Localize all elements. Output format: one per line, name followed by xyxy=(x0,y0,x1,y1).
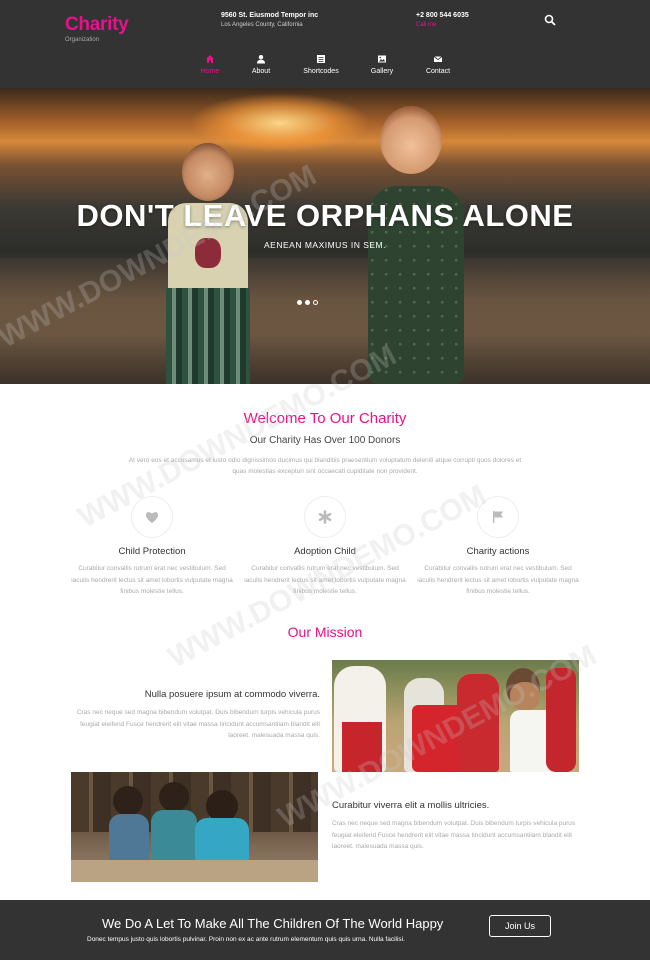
site-header: Charity Organization 9560 St. Eiusmod Te… xyxy=(0,0,650,88)
feature-adoption-child: Adoption Child Curabitur convallis rutru… xyxy=(242,496,408,598)
slider-dot-1[interactable] xyxy=(297,300,302,305)
heart-icon xyxy=(145,512,159,523)
address-line2: Los Angeles County, California xyxy=(221,22,303,28)
nav-item-shortcodes[interactable]: Shortcodes xyxy=(300,54,342,75)
nav-label-home: Home xyxy=(200,68,220,75)
mail-icon xyxy=(433,56,443,62)
mission-text: Cras nec neque sed magna bibendum volutp… xyxy=(332,820,576,850)
feature-icon-circle[interactable] xyxy=(477,496,519,538)
hero-slider: DON'T LEAVE ORPHANS ALONE AENEAN MAXIMUS… xyxy=(0,88,650,384)
feature-icon-circle[interactable] xyxy=(304,496,346,538)
nav-label-contact: Contact xyxy=(425,68,451,75)
logo-name[interactable]: Charity xyxy=(65,14,129,36)
feature-text: Curabitur convallis rutrum erat nec vest… xyxy=(71,565,233,595)
mission-heading: Nulla posuere ipsum at commodo viverra. xyxy=(144,689,320,700)
slider-dots xyxy=(297,300,318,305)
mission-block-2: Curabitur viverra elit a mollis ultricie… xyxy=(332,800,582,853)
main-nav: Home About Shortcodes Gallery Contact xyxy=(0,54,650,84)
mission-text: Cras nec neque sed magna bibendum volutp… xyxy=(76,709,320,739)
feature-title: Adoption Child xyxy=(294,546,356,557)
image-icon xyxy=(378,55,386,63)
phone-info: +2 800 544 6035 Call me xyxy=(416,12,469,28)
home-icon xyxy=(206,55,214,63)
call-me-link[interactable]: Call me xyxy=(416,22,469,28)
feature-text: Curabitur convallis rutrum erat nec vest… xyxy=(244,565,406,595)
asterisk-icon xyxy=(318,510,332,524)
hero-road xyxy=(0,258,650,384)
nav-item-home[interactable]: Home xyxy=(196,54,224,75)
mission-block-1: Nulla posuere ipsum at commodo viverra. … xyxy=(70,689,320,742)
feature-charity-actions: Charity actions Curabitur convallis rutr… xyxy=(415,496,581,598)
welcome-subtitle: Our Charity Has Over 100 Donors xyxy=(249,435,401,446)
feature-text: Curabitur convallis rutrum erat nec vest… xyxy=(417,565,579,595)
feature-title: Child Protection xyxy=(118,546,186,557)
footer-title: We Do A Let To Make All The Children Of … xyxy=(102,916,444,931)
nav-item-about[interactable]: About xyxy=(247,54,275,75)
footer-text: Donec tempus justo quis lobortis pulvina… xyxy=(87,936,405,943)
feature-icon-circle[interactable] xyxy=(131,496,173,538)
feature-child-protection: Child Protection Curabitur convallis rut… xyxy=(69,496,235,598)
slider-dot-2[interactable] xyxy=(305,300,310,305)
nav-item-gallery[interactable]: Gallery xyxy=(366,54,398,75)
welcome-title: Welcome To Our Charity xyxy=(243,410,407,427)
mission-title: Our Mission xyxy=(287,624,363,640)
address-info: 9560 St. Eiusmod Tempor inc Los Angeles … xyxy=(221,12,318,28)
feature-title: Charity actions xyxy=(466,546,530,557)
nav-label-shortcodes: Shortcodes xyxy=(303,68,339,75)
mission-image-children-uniforms xyxy=(332,660,579,772)
phone-number: +2 800 544 6035 xyxy=(416,12,469,19)
slider-dot-3[interactable] xyxy=(313,300,318,305)
user-icon xyxy=(257,55,265,64)
flag-icon xyxy=(493,511,503,523)
search-icon[interactable] xyxy=(544,14,556,26)
welcome-text: At vero eos et accusamus et iusto odio d… xyxy=(128,457,522,475)
hero-subtitle: AENEAN MAXIMUS IN SEM. xyxy=(264,240,386,250)
nav-item-contact[interactable]: Contact xyxy=(422,54,454,75)
hero-title: DON'T LEAVE ORPHANS ALONE xyxy=(76,198,574,233)
nav-label-gallery: Gallery xyxy=(370,68,394,75)
mission-image-children-playing xyxy=(71,772,318,882)
join-us-button[interactable]: Join Us xyxy=(489,915,551,937)
logo[interactable]: Charity Organization xyxy=(65,14,129,43)
hero-child-left xyxy=(160,143,255,384)
footer-cta: We Do A Let To Make All The Children Of … xyxy=(0,900,650,960)
address-line1: 9560 St. Eiusmod Tempor inc xyxy=(221,12,319,19)
nav-label-about: About xyxy=(251,68,271,75)
logo-sub: Organization xyxy=(65,37,100,43)
mission-heading: Curabitur viverra elit a mollis ultricie… xyxy=(332,800,490,811)
list-icon xyxy=(317,55,325,63)
